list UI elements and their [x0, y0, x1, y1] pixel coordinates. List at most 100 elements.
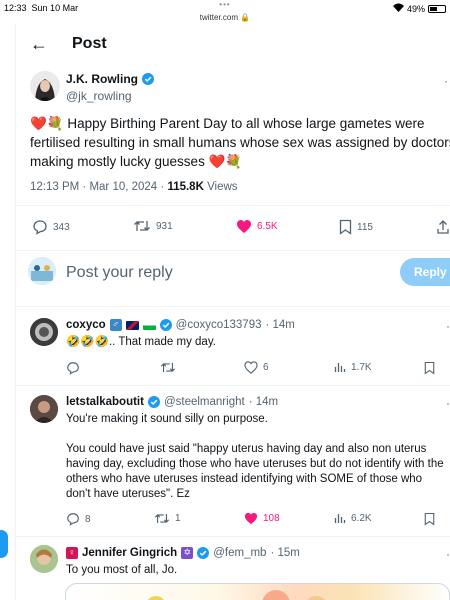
repost-action[interactable]: [160, 361, 176, 374]
analytics-icon: [334, 363, 346, 372]
like-action[interactable]: 6: [244, 361, 269, 374]
reply-button[interactable]: Reply: [400, 258, 450, 286]
like-count: 6: [263, 362, 269, 373]
share-action[interactable]: [436, 219, 450, 235]
reply-author-name[interactable]: Jennifer Gingrich: [82, 547, 177, 559]
repost-count: 931: [156, 220, 173, 232]
reply-action[interactable]: [66, 361, 80, 375]
author-name[interactable]: J.K. Rowling: [66, 72, 154, 86]
female-symbol-icon: ♀: [66, 547, 78, 559]
address-bar[interactable]: twitter.com 🔒: [0, 13, 450, 22]
status-bar: 12:33 Sun 10 Mar ••• twitter.com 🔒 49%: [0, 0, 450, 24]
divider: [16, 205, 450, 206]
reply-text-line: having day, excluding those who have ute…: [66, 458, 444, 470]
lock-icon: 🔒: [240, 13, 251, 22]
views-count: 115.8K: [167, 181, 204, 193]
status-right: 49%: [392, 3, 446, 14]
reply-avatar[interactable]: [30, 318, 58, 346]
repost-count: 1: [175, 513, 181, 524]
battery-percent: 49%: [406, 3, 425, 14]
reply-handle[interactable]: @steelmanright: [164, 396, 245, 408]
divider: [16, 306, 450, 307]
reply-header: coxyco ♂ @coxyco133793 · 14m: [66, 319, 295, 331]
tweet-meta: 12:13 PM · Mar 10, 2024 · 115.8K Views: [30, 181, 238, 193]
reply-image[interactable]: [65, 583, 450, 600]
author-handle[interactable]: @jk_rowling: [66, 89, 132, 103]
post-header: ← Post: [30, 34, 107, 54]
more-options-icon[interactable]: ·: [446, 396, 450, 410]
reply-composer: Post your reply Reply: [16, 253, 450, 303]
bookmark-action[interactable]: 115: [339, 219, 373, 235]
tab-dots[interactable]: •••: [0, 0, 450, 9]
like-count: 6.5K: [257, 221, 278, 232]
bookmark-action[interactable]: [424, 361, 435, 375]
reply-handle[interactable]: @fem_mb: [213, 547, 266, 559]
wales-flag-icon: [142, 320, 156, 330]
floating-compose-button[interactable]: [0, 530, 8, 558]
reply-time[interactable]: · 14m: [249, 396, 278, 408]
more-options-icon[interactable]: ·: [446, 319, 450, 333]
verified-icon: [147, 396, 160, 408]
views-action[interactable]: 6.2K: [334, 512, 372, 524]
battery-icon: [428, 4, 446, 13]
reply-header: ♀ Jennifer Gingrich ✡ @fem_mb · 15m: [66, 547, 300, 559]
more-options-icon[interactable]: ·: [444, 74, 448, 88]
reply-time[interactable]: · 14m: [265, 319, 294, 331]
reply-text-line: You're making it sound silly on purpose.: [66, 413, 268, 425]
divider: [16, 250, 450, 251]
analytics-icon: [334, 514, 346, 523]
views-count: 1.7K: [351, 361, 372, 373]
reply-action[interactable]: 343: [32, 219, 70, 235]
divider: [16, 385, 450, 386]
bookmark-icon: [424, 361, 435, 375]
author-avatar[interactable]: [30, 71, 60, 101]
reply-text: To you most of all, Jo.: [66, 564, 178, 576]
reply-author-name[interactable]: coxyco: [66, 319, 106, 331]
reply-count: 343: [53, 221, 70, 233]
star-of-david-icon: ✡: [181, 547, 194, 559]
bookmark-icon: [424, 512, 435, 526]
reply-avatar[interactable]: [30, 395, 58, 423]
bookmark-icon: [339, 219, 352, 235]
reply-handle[interactable]: @coxyco133793: [176, 319, 262, 331]
more-options-icon[interactable]: ·: [446, 547, 450, 561]
reply-time[interactable]: · 15m: [270, 547, 299, 559]
reply-text: 🤣🤣🤣.. That made my day.: [66, 336, 216, 348]
like-action[interactable]: 6.5K: [236, 219, 278, 234]
page-title: Post: [72, 35, 107, 52]
views-label: Views: [203, 181, 238, 193]
reply-author-name[interactable]: letstalkaboutit: [66, 396, 144, 408]
verified-icon: [159, 319, 172, 331]
like-action[interactable]: 108: [244, 512, 280, 525]
repost-action[interactable]: 1: [154, 512, 181, 525]
reply-text-line: You could have just said "happy uterus h…: [66, 443, 427, 455]
male-symbol-icon: ♂: [109, 319, 122, 331]
timeline-border: [15, 24, 16, 600]
tweet-timestamp[interactable]: 12:13 PM · Mar 10, 2024 ·: [30, 181, 167, 193]
my-avatar[interactable]: [28, 257, 56, 285]
back-arrow-icon[interactable]: ←: [30, 34, 50, 55]
verified-icon: [197, 547, 210, 559]
tweet-text-line: fertilised resulting in small humans who…: [30, 135, 450, 150]
reply-header: letstalkaboutit @steelmanright · 14m: [66, 396, 278, 408]
reply-action[interactable]: 8: [66, 512, 91, 526]
reply-icon: [33, 220, 47, 235]
bookmark-count: 115: [357, 221, 373, 233]
reply-input[interactable]: Post your reply: [66, 264, 173, 282]
verified-icon: [142, 73, 154, 85]
repost-action[interactable]: 931: [133, 219, 173, 233]
heart-icon: [237, 220, 251, 233]
reply-count: 8: [85, 513, 91, 525]
repost-icon: [160, 363, 176, 372]
uk-flag-icon: [125, 320, 139, 330]
tweet-actions: 343 931 6.5K 115: [32, 219, 450, 237]
reply-text: You're making it sound silly on purpose.…: [66, 412, 444, 502]
views-action[interactable]: 1.7K: [334, 361, 372, 373]
reply-avatar[interactable]: [30, 545, 58, 573]
views-count: 6.2K: [351, 512, 372, 524]
repost-icon: [154, 514, 170, 523]
wifi-icon: [392, 3, 404, 14]
tweet-text-line: ❤️💐 Happy Birthing Parent Day to all who…: [30, 116, 425, 131]
bookmark-action[interactable]: [424, 512, 435, 526]
repost-icon: [134, 221, 150, 231]
